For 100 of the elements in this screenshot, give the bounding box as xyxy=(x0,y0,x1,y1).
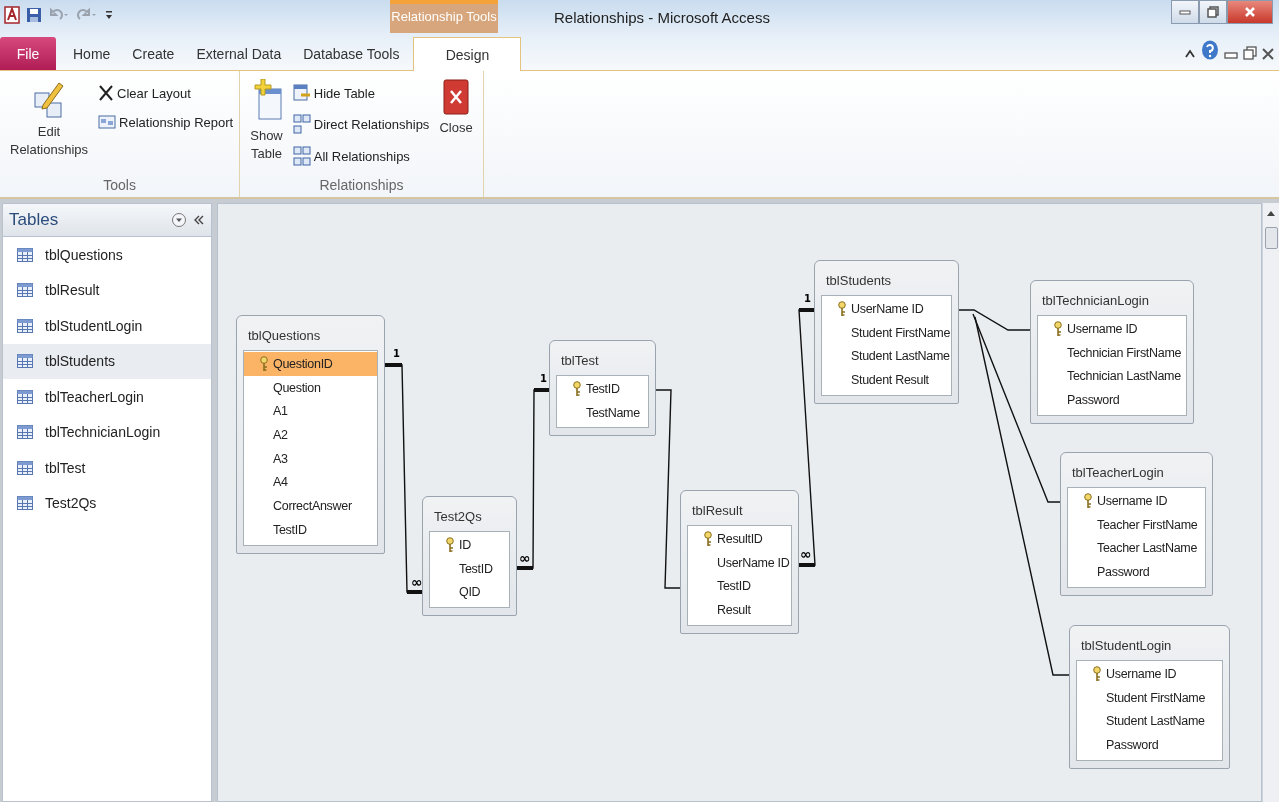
field-row[interactable]: ResultID xyxy=(688,527,791,551)
field-row[interactable]: Teacher LastName xyxy=(1068,536,1205,561)
table-icon xyxy=(17,388,33,405)
field-row[interactable]: A2 xyxy=(244,423,377,447)
ribbon-button[interactable]: Edit Relationships xyxy=(4,77,95,161)
table-icon xyxy=(17,282,33,299)
field-row[interactable]: Student FirstName xyxy=(822,320,951,345)
vertical-scrollbar[interactable] xyxy=(1262,203,1279,802)
relationship-line[interactable] xyxy=(384,363,423,594)
restore-button[interactable] xyxy=(1199,0,1227,24)
table-box[interactable]: tblQuestions QuestionID Question A1 A2 A3 A4 CorrectAnswer TestID xyxy=(236,315,385,554)
field-row[interactable]: Technician LastName xyxy=(1038,364,1186,389)
restore-icon[interactable] xyxy=(1243,46,1257,60)
field-row[interactable]: QID xyxy=(430,580,509,605)
cardinality-label: ∞ xyxy=(519,550,531,566)
hide-table-icon xyxy=(292,84,311,102)
field-row[interactable]: Password xyxy=(1038,388,1186,412)
field-row[interactable]: TestID xyxy=(688,574,791,599)
relationship-line[interactable] xyxy=(958,309,1031,331)
table-list-item[interactable]: tblTechnicianLogin xyxy=(3,414,211,450)
field-row[interactable]: TestID xyxy=(244,517,377,542)
table-title: tblResult xyxy=(691,502,744,520)
table-box[interactable]: Test2Qs ID TestID QID xyxy=(422,496,517,617)
field-row[interactable]: Student FirstName xyxy=(1077,685,1222,710)
field-row[interactable]: A3 xyxy=(244,446,377,471)
minimize-icon xyxy=(1179,9,1191,15)
ribbon-tab[interactable]: Design xyxy=(413,37,522,71)
dropdown-icon[interactable] xyxy=(171,212,187,228)
ribbon-button[interactable]: Show Table xyxy=(244,77,289,165)
field-row[interactable]: TestName xyxy=(557,400,648,425)
table-list-item[interactable]: Test2Qs xyxy=(3,485,211,521)
table-icon xyxy=(17,495,33,512)
field-row[interactable]: Question xyxy=(244,375,377,400)
field-row[interactable]: Student Result xyxy=(822,368,951,392)
ribbon-button[interactable]: All Relationships xyxy=(290,145,432,167)
table-box[interactable]: tblTest TestID TestName xyxy=(549,340,656,437)
relationship-line[interactable] xyxy=(655,389,681,589)
cardinality-label: 1 xyxy=(540,373,547,384)
table-title: Test2Qs xyxy=(433,508,483,526)
minimize-button[interactable] xyxy=(1171,0,1199,24)
table-list-item[interactable]: tblStudents xyxy=(3,343,211,379)
minimize-icon[interactable] xyxy=(1224,52,1238,60)
field-row[interactable]: TestID xyxy=(430,556,509,581)
field-row[interactable]: Student LastName xyxy=(822,344,951,369)
ribbon-tab[interactable]: Home xyxy=(62,37,122,70)
table-list-item[interactable]: tblQuestions xyxy=(3,237,211,273)
field-row[interactable]: A1 xyxy=(244,399,377,424)
field-row[interactable]: Password xyxy=(1068,560,1205,584)
table-icon xyxy=(17,246,33,263)
report-icon xyxy=(98,114,117,130)
field-row[interactable]: Username ID xyxy=(1077,662,1222,686)
cardinality-label: 1 xyxy=(393,348,400,359)
ribbon-tab[interactable]: Database Tools xyxy=(292,37,411,70)
field-row[interactable]: UserName ID xyxy=(688,550,791,575)
ribbon-tab[interactable]: Create xyxy=(121,37,186,70)
ribbon-button[interactable]: Direct Relationships xyxy=(290,113,432,135)
table-box[interactable]: tblResult ResultID UserName ID TestID Result xyxy=(680,490,799,634)
pane-title: Tables xyxy=(9,210,60,230)
field-row[interactable]: UserName ID xyxy=(822,297,951,321)
table-box[interactable]: tblStudentLogin Username ID Student FirstName Student LastName Password xyxy=(1069,625,1230,769)
close-icon xyxy=(1244,6,1256,18)
ribbon-button[interactable]: Close xyxy=(433,77,479,139)
field-row[interactable]: A4 xyxy=(244,470,377,495)
x-icon xyxy=(98,84,115,102)
relationship-line[interactable] xyxy=(798,308,816,567)
ribbon-button[interactable]: Hide Table xyxy=(290,83,432,103)
ribbon-button[interactable]: Clear Layout xyxy=(96,83,236,103)
all-tables-icon xyxy=(292,146,311,166)
field-row[interactable]: Result xyxy=(688,598,791,622)
field-row[interactable]: ID xyxy=(430,533,509,557)
scroll-thumb[interactable] xyxy=(1264,227,1278,249)
field-row[interactable]: Username ID xyxy=(1068,489,1205,513)
field-row[interactable]: QuestionID xyxy=(244,352,377,376)
close-button[interactable] xyxy=(1227,0,1273,24)
table-box[interactable]: tblTechnicianLogin Username ID Technician FirstName Technician LastName Password xyxy=(1030,280,1194,424)
field-row[interactable]: Student LastName xyxy=(1077,709,1222,734)
field-row[interactable]: Password xyxy=(1077,733,1222,757)
scroll-up-icon[interactable] xyxy=(1266,209,1276,217)
field-row[interactable]: CorrectAnswer xyxy=(244,494,377,518)
relationship-line[interactable] xyxy=(972,313,1061,503)
field-row[interactable]: Teacher FirstName xyxy=(1068,512,1205,537)
table-box[interactable]: tblStudents UserName ID Student FirstName Student LastName Student Result xyxy=(814,260,959,404)
save-icon[interactable] xyxy=(26,7,42,23)
table-list-item[interactable]: tblResult xyxy=(3,272,211,308)
field-row[interactable]: TestID xyxy=(557,377,648,401)
ribbon-button[interactable]: Relationship Report xyxy=(96,113,236,131)
ribbon-tab[interactable]: File xyxy=(0,37,56,70)
table-list-item[interactable]: tblStudentLogin xyxy=(3,308,211,344)
table-box[interactable]: tblTeacherLogin Username ID Teacher FirstName Teacher LastName Password xyxy=(1060,452,1213,596)
collapse-icon[interactable] xyxy=(193,214,205,226)
table-list-item[interactable]: tblTest xyxy=(3,450,211,486)
help-icon[interactable] xyxy=(1201,40,1219,60)
close-icon[interactable] xyxy=(1262,48,1274,60)
field-row[interactable]: Technician FirstName xyxy=(1038,340,1186,365)
ribbon-tab[interactable]: External Data xyxy=(185,37,293,70)
relationship-line[interactable] xyxy=(516,388,550,570)
access-logo-icon[interactable] xyxy=(4,6,20,24)
field-row[interactable]: Username ID xyxy=(1038,317,1186,341)
table-list-item[interactable]: tblTeacherLogin xyxy=(3,379,211,415)
minimize-ribbon-icon[interactable] xyxy=(1184,48,1196,60)
